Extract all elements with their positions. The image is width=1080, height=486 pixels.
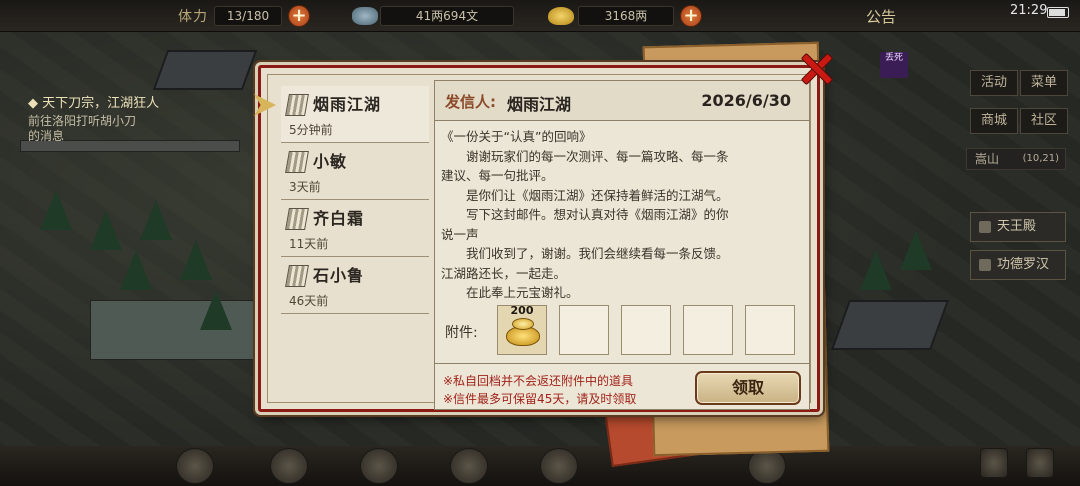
map-tree xyxy=(860,250,892,290)
martial-arts-icon[interactable] xyxy=(360,448,398,484)
quest-title: ◆ 天下刀宗，江湖狂人 xyxy=(28,96,160,111)
attachment-slot-empty xyxy=(621,305,671,355)
map-building xyxy=(152,50,258,90)
mail-sender-item[interactable]: 小敏 3天前 xyxy=(281,143,429,200)
mail-header: 发信人: 烟雨江湖 2026/6/30 xyxy=(435,81,809,121)
close-icon[interactable] xyxy=(798,50,834,86)
map-tree xyxy=(140,200,172,240)
sender-name: 小敏 xyxy=(313,152,348,171)
mail-body-line: 江湖路还长，一起走。 xyxy=(441,265,567,281)
silver-ingot-icon xyxy=(548,7,574,25)
notice-button[interactable]: 公告 xyxy=(866,6,896,27)
sender-time: 46天前 xyxy=(289,294,329,308)
map-tree xyxy=(180,240,212,280)
stamina-value: 13/180 xyxy=(214,6,282,26)
formation-icon[interactable] xyxy=(450,448,488,484)
sender-time: 11天前 xyxy=(289,237,329,251)
friends-icon[interactable] xyxy=(540,448,578,484)
mail-body-line: 建议、每一句批评。 xyxy=(441,168,554,183)
mail-body-line: 谢谢玩家们的每一次测评、每一篇攻略、每一条 xyxy=(441,148,729,164)
status-seal: 丢死 xyxy=(880,52,908,78)
top-status-bar: 体力 13/180 + 41两694文 3168两 + 公告 21:29 xyxy=(0,0,1080,32)
chat-icon[interactable] xyxy=(980,448,1008,478)
bag-icon[interactable] xyxy=(270,448,308,484)
map-tree xyxy=(40,190,72,230)
letter-scroll-icon xyxy=(285,151,309,173)
sender-time: 3天前 xyxy=(289,180,321,194)
mail-notes: ※私自回档并不会返还附件中的道具 ※信件最多可保留45天，请及时领取 领取 xyxy=(435,363,809,410)
attachment-label: 附件: xyxy=(445,325,478,341)
map-tree xyxy=(200,290,232,330)
mail-body-line: 我们收到了，谢谢。我们会继续看每一条反馈。 xyxy=(441,246,729,261)
mail-sender-list: 烟雨江湖 5分钟前 小敏 3天前 齐白霜 11天前 石小鲁 46天前 xyxy=(281,86,429,406)
letter-scroll-icon xyxy=(285,265,309,287)
location-name: 嵩山 xyxy=(975,152,1000,166)
copper-value: 41两694文 xyxy=(380,6,514,26)
stamina-label: 体力 xyxy=(178,9,208,25)
letter-scroll-icon xyxy=(285,94,309,116)
map-building xyxy=(830,300,950,350)
npc-list-item[interactable]: 天王殿 xyxy=(970,212,1066,242)
quest-desc-line: 前往洛阳打听胡小刀 xyxy=(28,114,137,128)
map-tree xyxy=(120,250,152,290)
mail-body: 《一份关于“认真”的回响》 谢谢玩家们的每一次测评、每一篇攻略、每一条 建议、每… xyxy=(435,127,805,303)
letter-scroll-icon xyxy=(285,208,309,230)
settings-icon[interactable] xyxy=(1026,448,1054,478)
location-indicator: 嵩山 (10,21) xyxy=(966,148,1066,170)
attachment-slot-empty xyxy=(745,305,795,355)
mail-sender-item[interactable]: 石小鲁 46天前 xyxy=(281,257,429,314)
silver-value: 3168两 xyxy=(578,6,674,26)
attachment-slot-empty xyxy=(683,305,733,355)
mail-body-line: 写下这封邮件。想对认真对待《烟雨江湖》的你 xyxy=(441,207,729,222)
mail-body-line: 《一份关于“认真”的回响》 xyxy=(441,129,592,144)
mail-sender-item[interactable]: 齐白霜 11天前 xyxy=(281,200,429,257)
from-label: 发信人: xyxy=(445,93,496,111)
add-stamina-button[interactable]: + xyxy=(288,5,310,27)
copper-coin-icon xyxy=(352,7,378,25)
menu-button[interactable]: 菜单 xyxy=(1020,70,1068,96)
clock: 21:29 xyxy=(1010,3,1048,18)
from-name: 烟雨江湖 xyxy=(507,95,572,114)
sender-name: 石小鲁 xyxy=(313,266,365,285)
quest-desc-line: 的消息 xyxy=(28,129,65,143)
mail-body-line: 在此奉上元宝谢礼。 xyxy=(441,285,579,300)
sender-time: 5分钟前 xyxy=(289,123,333,137)
activity-button[interactable]: 活动 xyxy=(970,70,1018,96)
shop-button[interactable]: 商城 xyxy=(970,108,1018,134)
mail-body-line: 是你们让《烟雨江湖》还保持着鲜活的江湖气。 xyxy=(441,187,729,203)
quest-tracker[interactable]: ◆ 天下刀宗，江湖狂人 前往洛阳打听胡小刀 的消息 xyxy=(28,92,228,144)
attachment-slot[interactable]: 200 xyxy=(497,304,547,355)
character-icon[interactable] xyxy=(176,448,214,484)
battery-icon xyxy=(1047,7,1069,18)
attachment-slot-empty xyxy=(559,305,609,355)
quest-desc: 前往洛阳打听胡小刀 的消息 xyxy=(28,114,228,144)
mail-dialog: 烟雨江湖 5分钟前 小敏 3天前 齐白霜 11天前 石小鲁 46天前 发信人: xyxy=(258,65,820,412)
mail-sender-item[interactable]: 烟雨江湖 5分钟前 xyxy=(281,86,429,143)
mail-body-line: 说一声 xyxy=(441,226,479,242)
sender-name: 烟雨江湖 xyxy=(313,95,382,114)
add-silver-button[interactable]: + xyxy=(680,5,702,27)
npc-list-item[interactable]: 功德罗汉 xyxy=(970,250,1066,280)
mail-date: 2026/6/30 xyxy=(701,91,791,110)
map-river xyxy=(90,300,260,360)
sender-name: 齐白霜 xyxy=(313,209,365,228)
attachment-qty: 200 xyxy=(510,304,534,317)
map-tree xyxy=(900,230,932,270)
gold-ingot-icon xyxy=(512,318,534,330)
community-button[interactable]: 社区 xyxy=(1020,108,1068,134)
claim-button[interactable]: 领取 xyxy=(695,371,801,405)
note-retention: ※信件最多可保留45天，请及时领取 xyxy=(443,392,637,406)
game-screen: 体力 13/180 + 41两694文 3168两 + 公告 21:29 ◆ 天… xyxy=(0,0,1080,486)
mail-content: 发信人: 烟雨江湖 2026/6/30 《一份关于“认真”的回响》 谢谢玩家们的… xyxy=(434,80,810,410)
map-tree xyxy=(90,210,122,250)
note-rollback: ※私自回档并不会返还附件中的道具 xyxy=(443,374,634,388)
location-coords: (10,21) xyxy=(1022,153,1059,164)
